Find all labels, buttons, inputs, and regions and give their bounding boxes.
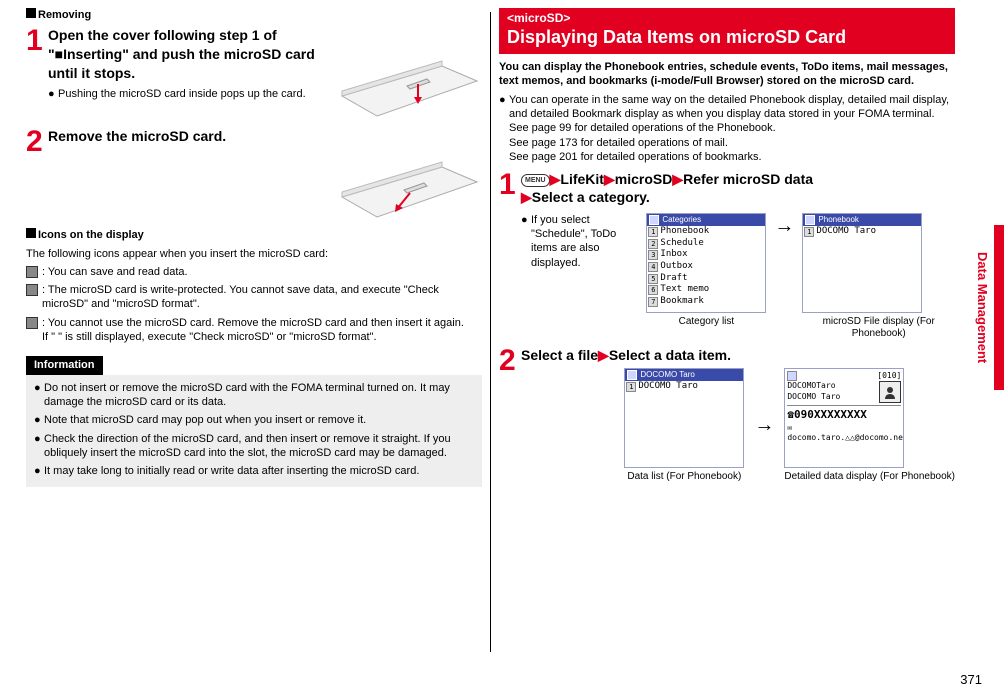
right-step-1-number: 1 (499, 170, 521, 339)
cat-caption: Category list (646, 316, 766, 328)
step-1-title: Open the cover following step 1 of "■Ins… (48, 26, 326, 83)
side-tab: Data Management (973, 225, 1004, 390)
removing-header-text: Removing (38, 9, 91, 21)
sd-title-icon (805, 215, 815, 225)
sd-ok-icon (26, 266, 38, 278)
category-list-screenshot: Categories 1Phonebook 2Schedule 3Inbox 4… (646, 213, 766, 328)
icons-intro: The following icons appear when you inse… (26, 247, 482, 261)
cat-title: Categories (662, 215, 701, 225)
step-2: 2 Remove the microSD card. (26, 127, 482, 222)
detail-caption: Detailed data display (For Phonebook) (784, 471, 955, 483)
right-step-1-path: MENU▶LifeKit▶microSD▶Refer microSD data▶… (521, 170, 955, 206)
icons-header-text: Icons on the display (38, 229, 144, 241)
sd-title-icon (627, 370, 637, 380)
arrow-right-icon: → (774, 213, 794, 239)
step2-title-b: Select a data item. (609, 347, 731, 363)
step-2-number: 2 (26, 127, 48, 222)
cat-item: Schedule (660, 238, 703, 250)
data-list-screenshot: DOCOMO Taro 1DOCOMO Taro Data list (For … (624, 368, 744, 483)
feature-title: Displaying Data Items on microSD Card (507, 27, 947, 49)
sd-title-icon (787, 371, 797, 381)
icon-row-2: : The microSD card is write-protected. Y… (26, 283, 482, 312)
detail-name: DOCOMOTaro (787, 381, 840, 391)
detailed-data-screenshot: [010] DOCOMOTaro DOCOMO Taro (784, 368, 955, 483)
data-list-item: DOCOMO Taro (638, 381, 698, 393)
icon-row-1: : You can save and read data. (26, 265, 482, 279)
cat-item: Phonebook (660, 226, 709, 238)
detail-badge: [010] (877, 371, 901, 381)
detail-mail: docomo.taro.△△@docomo.ne.jp (787, 433, 904, 442)
right-step-2-number: 2 (499, 346, 521, 483)
avatar-placeholder-icon (879, 381, 901, 403)
info-item-3: Check the direction of the microSD card,… (44, 432, 474, 461)
data-list-title: DOCOMO Taro (640, 370, 695, 380)
data-list-caption: Data list (For Phonebook) (624, 471, 744, 483)
menu-key-icon: MENU (521, 174, 550, 187)
cat-item: Bookmark (660, 296, 703, 308)
right-step-1: 1 MENU▶LifeKit▶microSD▶Refer microSD dat… (499, 170, 955, 339)
sd-error-icon (26, 317, 38, 329)
feature-intro: You can display the Phonebook entries, s… (499, 60, 955, 89)
right-bullet-1a: See page 99 for detailed operations of t… (509, 121, 955, 135)
path-microsd: microSD (615, 171, 673, 187)
icon-3b-text: If " " is still displayed, execute "Chec… (42, 330, 482, 344)
detail-tel: 090XXXXXXXX (794, 408, 867, 421)
right-column: <microSD> Displaying Data Items on micro… (491, 8, 963, 699)
sd-protected-icon (26, 284, 38, 296)
path-lifekit: LifeKit (560, 171, 604, 187)
step2-title-a: Select a file (521, 347, 598, 363)
right-step-2-title: Select a file▶Select a data item. (521, 346, 955, 364)
icon-1-text: : You can save and read data. (42, 265, 482, 279)
cat-item: Draft (660, 273, 687, 285)
pb-item: DOCOMO Taro (816, 226, 876, 238)
bullet-icon: ● (34, 464, 44, 478)
device-illustration-2 (332, 127, 482, 222)
right-bullet-1c: See page 201 for detailed operations of … (509, 150, 955, 164)
square-bullet-icon (26, 228, 36, 238)
left-column: Removing 1 Open the cover following step… (18, 8, 490, 699)
icon-2-text: : The microSD card is write-protected. Y… (42, 283, 482, 312)
icons-header: Icons on the display (26, 228, 482, 242)
cat-item: Inbox (660, 249, 687, 261)
info-item-4: It may take long to initially read or wr… (44, 464, 419, 478)
step1-note: If you select "Schedule", ToDo items are… (531, 213, 638, 270)
square-bullet-icon (26, 8, 36, 18)
step-2-title: Remove the microSD card. (48, 127, 326, 146)
removing-header: Removing (26, 8, 482, 22)
page-number: 371 (960, 672, 982, 689)
icon-3a-text: : You cannot use the microSD card. Remov… (42, 316, 482, 330)
bullet-icon: ● (34, 381, 44, 410)
bullet-icon: ● (48, 87, 58, 101)
cat-item: Text memo (660, 284, 709, 296)
step-1-number: 1 (26, 26, 48, 121)
detail-kana: DOCOMO Taro (787, 392, 840, 402)
information-box: ●Do not insert or remove the microSD car… (26, 375, 482, 488)
bullet-icon: ● (499, 93, 509, 164)
device-illustration-1 (332, 26, 482, 121)
right-step-2: 2 Select a file▶Select a data item. DOCO… (499, 346, 955, 483)
sd-title-icon (649, 215, 659, 225)
pb-title: Phonebook (818, 215, 858, 225)
icon-row-3: : You cannot use the microSD card. Remov… (26, 316, 482, 345)
bullet-icon: ● (34, 432, 44, 461)
path-refer: Refer microSD data (683, 171, 813, 187)
right-bullet-1: You can operate in the same way on the d… (509, 93, 955, 122)
pb-file-caption: microSD File display (For Phonebook) (802, 316, 955, 340)
step-1: 1 Open the cover following step 1 of "■I… (26, 26, 482, 121)
bullet-icon: ● (34, 413, 44, 427)
information-header: Information (26, 356, 103, 374)
arrow-right-icon: → (754, 412, 774, 438)
feature-header: <microSD> Displaying Data Items on micro… (499, 8, 955, 54)
info-item-2: Note that microSD card may pop out when … (44, 413, 366, 427)
right-bullet-1b: See page 173 for detailed operations of … (509, 136, 955, 150)
phonebook-file-screenshot: Phonebook 1DOCOMO Taro microSD File disp… (802, 213, 955, 340)
step-1-bullet: Pushing the microSD card inside pops up … (58, 87, 306, 101)
cat-item: Outbox (660, 261, 693, 273)
feature-tag: <microSD> (507, 11, 947, 27)
bullet-icon: ● (521, 213, 531, 270)
path-select-category: Select a category. (532, 189, 650, 205)
info-item-1: Do not insert or remove the microSD card… (44, 381, 474, 410)
